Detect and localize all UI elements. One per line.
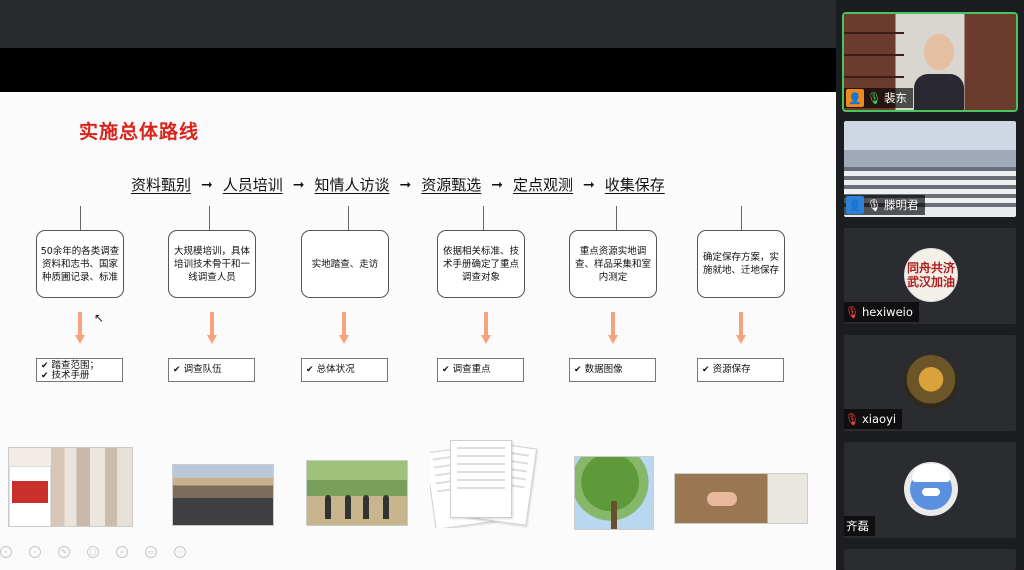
participant-name-bar: 🎙 hexiweio (844, 302, 919, 322)
check-icon: ✔ (574, 365, 582, 375)
prev-slide-icon[interactable]: ‹ (0, 546, 12, 558)
down-arrow-icon (75, 312, 85, 346)
mic-muted-icon: 🎙 (844, 412, 860, 426)
participant-name-bar: 齐磊 (844, 516, 875, 536)
tag-text: 调查队伍 (183, 364, 222, 375)
photo-standard-documents (430, 438, 540, 528)
participant-name: 裴东 (884, 91, 907, 105)
check-icon: ✔ (702, 365, 710, 375)
host-user-icon: 👤 (846, 89, 864, 107)
slide-title: 实施总体路线 (79, 121, 200, 143)
result-tag: ✔ 总体状况 (301, 358, 388, 382)
user-icon: 👤 (846, 196, 864, 214)
letterbox-band (0, 48, 836, 92)
photo-seed-collection (674, 473, 808, 524)
tag-text: 调查重点 (452, 364, 491, 375)
connector-line (209, 206, 210, 230)
photo-training-hall (172, 464, 274, 526)
mic-active-icon: 🎙 (866, 91, 882, 105)
flow-step-5: 定点观测 (513, 176, 574, 194)
participant-name-bar: 👤 🎙 滕明君 (844, 195, 925, 215)
shared-slide: 实施总体路线 资料甄别 ➞ 人员培训 ➞ 知情人访谈 ➞ 资源甄选 ➞ 定点观测… (0, 92, 836, 570)
step-card: 实地踏查、走访 (301, 230, 389, 298)
flow-step-1: 资料甄别 (131, 176, 192, 194)
flow-arrow-icon: ➞ (201, 176, 213, 193)
result-tag: ✔ 调查队伍 (168, 358, 255, 382)
flow-steps: 资料甄别 ➞ 人员培训 ➞ 知情人访谈 ➞ 资源甄选 ➞ 定点观测 ➞ 收集保存 (131, 174, 665, 195)
flow-arrow-icon: ➞ (491, 176, 503, 193)
participant-name: xiaoyi (862, 412, 897, 426)
connector-line (348, 206, 349, 230)
down-arrow-icon (207, 312, 217, 346)
check-icon: ✔ (173, 365, 181, 375)
step-card: 依据相关标准、技术手册确定了重点调查对象 (437, 230, 525, 298)
step-card: 重点资源实地调查、样品采集和室内测定 (569, 230, 657, 298)
participant-video (910, 30, 968, 110)
tag-text: 资源保存 (712, 364, 751, 375)
flow-step-2: 人员培训 (222, 176, 283, 194)
connector-line (741, 206, 742, 230)
tag-text: 总体状况 (316, 364, 355, 375)
slide-controls[interactable]: ‹ › ✎ ▢ ⌕ ▭ ⋯ (0, 546, 186, 562)
connector-line (80, 206, 81, 230)
participant-tile-4[interactable]: 🎙 xiaoyi (844, 335, 1016, 431)
participant-tile-3[interactable]: 同舟共济 武汉加油 🎙 hexiweio (844, 228, 1016, 324)
connector-line (616, 206, 617, 230)
flow-step-6: 收集保存 (604, 176, 665, 194)
participant-panel: 👤 🎙 裴东 👤 🎙 滕明君 同舟共济 武汉加油 🎙 hexiweio 🎙 xi… (836, 0, 1024, 570)
down-arrow-icon (608, 312, 618, 346)
participant-tile-1[interactable]: 👤 🎙 裴东 (842, 12, 1018, 112)
zoom-icon[interactable]: ⌕ (116, 546, 128, 558)
step-card: 50余年的各类调查资料和志书、国家种质圃记录、标准 (36, 230, 124, 298)
participant-tile-5[interactable]: 齐磊 (844, 442, 1016, 538)
participant-name: hexiweio (862, 305, 913, 319)
participant-tile-6[interactable] (844, 549, 1016, 570)
flow-step-4: 资源甄选 (421, 176, 482, 194)
step-card: 确定保存方案，实施就地、迁地保存 (697, 230, 785, 298)
flow-arrow-icon: ➞ (292, 176, 305, 193)
result-tag: ✔ 踏查范围； ✔ 技术手册 (36, 358, 123, 382)
participant-name: 齐磊 (846, 519, 869, 533)
mic-muted-icon: 🎙 (844, 305, 860, 319)
result-tag: ✔ 数据图像 (569, 358, 656, 382)
meeting-window: 实施总体路线 资料甄别 ➞ 人员培训 ➞ 知情人访谈 ➞ 资源甄选 ➞ 定点观测… (0, 0, 1024, 570)
more-icon[interactable]: ⋯ (174, 546, 186, 558)
tag-text: 数据图像 (584, 364, 623, 375)
mouse-pointer-icon: ↖ (94, 311, 105, 325)
result-tag: ✔ 资源保存 (697, 358, 784, 382)
flow-arrow-icon: ➞ (399, 176, 412, 193)
down-arrow-icon (339, 312, 349, 346)
photo-reference-books (8, 447, 133, 527)
flow-step-3: 知情人访谈 (314, 176, 390, 194)
check-icon: ✔ (41, 371, 49, 381)
connector-line (483, 206, 484, 230)
participant-name: 滕明君 (884, 198, 919, 212)
check-icon: ✔ (442, 365, 450, 375)
avatar (904, 355, 958, 409)
avatar (904, 462, 958, 516)
avatar: 同舟共济 武汉加油 (904, 248, 958, 302)
down-arrow-icon (481, 312, 491, 346)
meeting-top-bar (0, 0, 836, 48)
photo-field-visit (306, 460, 408, 526)
check-icon: ✔ (306, 365, 314, 375)
photo-tree-observation (574, 456, 654, 530)
next-slide-icon[interactable]: › (29, 546, 41, 558)
mic-icon: 🎙 (866, 198, 882, 212)
participant-name-bar: 👤 🎙 裴东 (844, 88, 913, 108)
screen-icon[interactable]: ▭ (145, 546, 157, 558)
tag-text: 技术手册 (51, 370, 90, 381)
check-icon: ✔ (41, 361, 49, 371)
flow-arrow-icon: ➞ (583, 176, 595, 193)
step-card: 大规模培训，具体培训技术骨干和一线调查人员 (168, 230, 256, 298)
participant-name-bar: 🎙 xiaoyi (844, 409, 903, 429)
pen-icon[interactable]: ✎ (58, 546, 70, 558)
participant-tile-2[interactable]: 👤 🎙 滕明君 (844, 121, 1016, 217)
result-tag: ✔ 调查重点 (437, 358, 524, 382)
down-arrow-icon (736, 312, 746, 346)
avatar-seal-text: 同舟共济 武汉加油 (906, 261, 955, 289)
copy-icon[interactable]: ▢ (87, 546, 99, 558)
